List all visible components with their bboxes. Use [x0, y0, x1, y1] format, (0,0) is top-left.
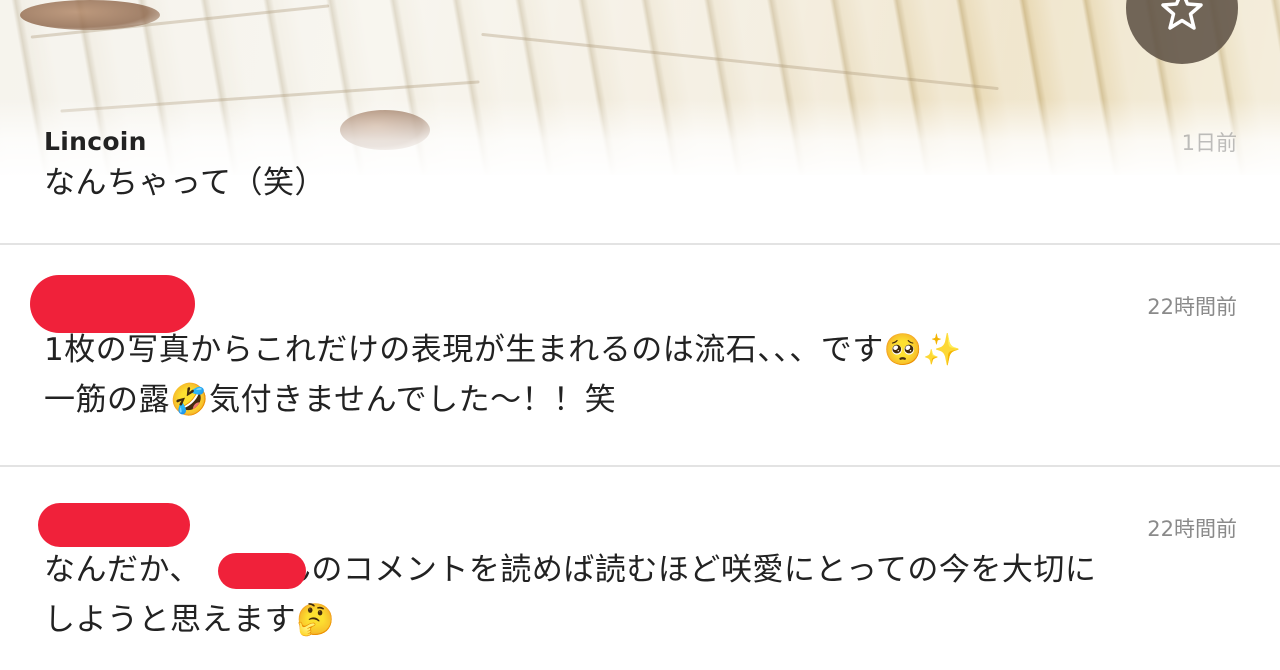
comment-screen: Lincoin 1日前 なんちゃって（笑） 22時間前 1枚の写真からこれだけの…: [0, 0, 1280, 670]
comment-body-line: 一筋の露🤣気付きませんでした〜！！笑: [44, 382, 617, 418]
comment-item: 22時間前 なんだか、 さんのコメントを読めば読むほど咲愛にとっての今を大切に …: [0, 467, 1280, 670]
comment-body: なんちゃって（笑）: [44, 158, 1244, 208]
comment-author[interactable]: Lincoin: [44, 127, 147, 156]
comment-timestamp: 22時間前: [1147, 517, 1237, 541]
comment-timestamp: 1日前: [1181, 131, 1237, 155]
comment-body: 1枚の写真からこれだけの表現が生まれるのは流石、、、です🥺✨ 一筋の露🤣気付きま…: [44, 325, 1244, 425]
redacted-mention-name: [218, 553, 306, 589]
comment-item: Lincoin 1日前 なんちゃって（笑）: [0, 0, 1280, 245]
comment-timestamp: 22時間前: [1147, 295, 1237, 319]
comment-item: 22時間前 1枚の写真からこれだけの表現が生まれるのは流石、、、です🥺✨ 一筋の…: [0, 245, 1280, 465]
comment-body-line: 1枚の写真からこれだけの表現が生まれるのは流石、、、です🥺✨: [44, 332, 962, 368]
comment-body-line: しようと思えます🤔: [44, 602, 336, 638]
redacted-author-name: [38, 503, 190, 547]
comment-body-line: なんちゃって（笑）: [44, 165, 326, 201]
